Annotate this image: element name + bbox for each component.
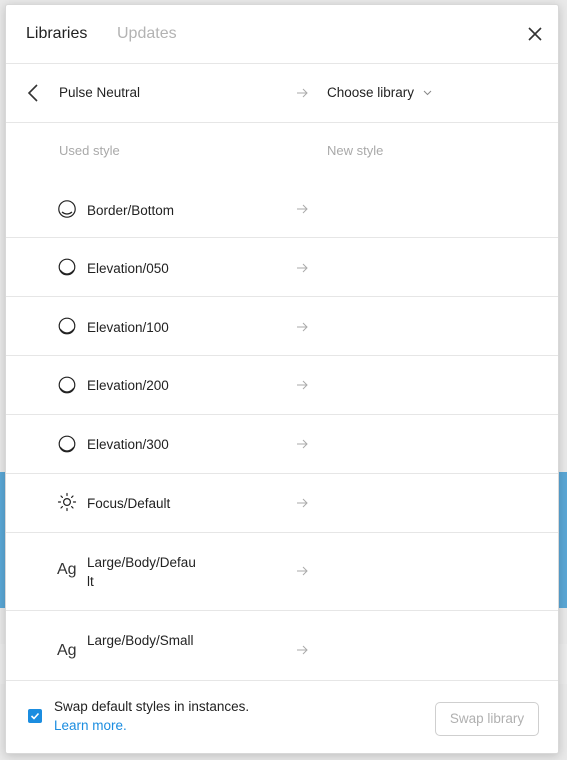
arrow-right-icon [297, 498, 308, 508]
style-label: Elevation/100 [87, 320, 169, 335]
effect-icon [58, 435, 76, 453]
style-label: Elevation/200 [87, 378, 169, 393]
style-row[interactable]: Elevation/300 [6, 415, 558, 474]
sun-icon [57, 492, 77, 512]
style-row[interactable]: Elevation/200 [6, 356, 558, 415]
style-label: Large/Body/Default [87, 555, 196, 589]
style-label: Focus/Default [87, 496, 171, 511]
tab-libraries[interactable]: Libraries [26, 25, 87, 43]
close-icon[interactable] [526, 25, 544, 43]
learn-more-link[interactable]: Learn more. [54, 718, 127, 733]
arrow-right-icon [297, 380, 308, 390]
arrow-right-icon [297, 566, 308, 576]
swap-library-button[interactable]: Swap library [435, 702, 539, 736]
dialog-footer: Swap default styles in instances. Learn … [6, 680, 558, 753]
tab-bar: Libraries Updates [6, 5, 558, 64]
style-row[interactable]: Elevation/050 [6, 238, 558, 297]
choose-library-dropdown[interactable]: Choose library [327, 85, 432, 100]
arrow-right-icon [297, 645, 308, 655]
style-label: Border/Bottom [87, 203, 175, 218]
text-style-icon: Ag [57, 561, 77, 578]
new-style-header: New style [327, 143, 384, 158]
style-row[interactable]: Ag Large/Body/Default [6, 533, 558, 611]
library-swap-header: Pulse Neutral Choose library [6, 64, 558, 123]
back-chevron-icon[interactable] [26, 83, 40, 103]
libraries-dialog: Libraries Updates Pulse Neutral Choose l… [5, 4, 559, 754]
arrow-right-icon [297, 88, 308, 98]
arrow-right-icon [297, 263, 308, 273]
arrow-right-icon [297, 322, 308, 332]
arrow-right-icon [297, 204, 308, 214]
swap-defaults-checkbox[interactable] [28, 709, 42, 723]
style-label: Large/Body/Small [87, 633, 194, 648]
choose-library-label: Choose library [327, 85, 415, 100]
effect-icon [58, 376, 76, 394]
tab-updates[interactable]: Updates [117, 25, 177, 43]
chevron-down-icon [423, 91, 432, 96]
checkmark-icon [30, 712, 40, 720]
style-row[interactable]: Focus/Default [6, 474, 558, 533]
column-headers: Used style New style [6, 123, 558, 179]
used-style-header: Used style [59, 143, 120, 158]
effect-icon [58, 258, 76, 276]
effect-icon [58, 317, 76, 335]
style-label: Elevation/050 [87, 261, 169, 276]
style-label: Elevation/300 [87, 437, 169, 452]
style-row[interactable]: Border/Bottom [6, 179, 558, 238]
style-row[interactable]: Ag Large/Body/Small [6, 611, 558, 683]
current-library-name: Pulse Neutral [59, 85, 141, 100]
effect-icon [58, 200, 76, 218]
style-row[interactable]: Elevation/100 [6, 297, 558, 356]
text-style-icon: Ag [57, 642, 77, 659]
arrow-right-icon [297, 439, 308, 449]
swap-defaults-label: Swap default styles in instances. [54, 699, 250, 714]
